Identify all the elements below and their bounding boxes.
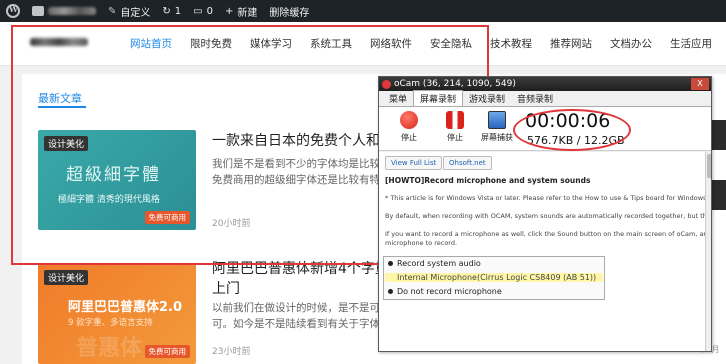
howto-paragraph: microphone to record. xyxy=(385,239,458,247)
article-title-cont[interactable]: 上门 xyxy=(212,278,240,298)
sidebar-thumbnail[interactable] xyxy=(710,180,726,210)
radio-internal-microphone[interactable]: Internal Microphone(Cirrus Logic CS8409 … xyxy=(385,273,603,282)
updates-button[interactable]: ↻ 1 xyxy=(156,0,187,22)
radio-dot-icon xyxy=(388,289,393,294)
clear-cache-button[interactable]: 删除缓存 xyxy=(263,0,315,22)
admin-bar: ✎自定义 ↻1 ▭0 +新建 删除缓存 xyxy=(0,0,726,22)
nav-item-tutorial[interactable]: 技术教程 xyxy=(490,36,532,51)
plus-icon: + xyxy=(224,5,234,17)
howto-heading: [HOWTO]Record microphone and system soun… xyxy=(385,176,591,185)
radio-no-microphone[interactable]: Do not record microphone xyxy=(388,287,502,296)
ocam-titlebar[interactable]: oCam (36, 214, 1090, 549) X xyxy=(379,77,711,91)
howto-paragraph: By default, when recording with OCAM, sy… xyxy=(385,212,705,220)
sidebar-thumbnail[interactable] xyxy=(710,120,726,150)
annotation-ellipse xyxy=(513,109,631,151)
ocam-app-icon xyxy=(382,79,391,89)
ocam-tabs: 菜单 屏幕录制 游戏录制 音频录制 xyxy=(379,90,711,107)
tab-game-record[interactable]: 游戏录制 xyxy=(463,91,511,106)
tab-menu[interactable]: 菜单 xyxy=(383,91,413,106)
view-full-list-button[interactable]: View Full List xyxy=(385,156,443,170)
ocam-title-text: oCam (36, 214, 1090, 549) xyxy=(394,79,516,89)
radio-dot-icon xyxy=(388,261,393,266)
pane-scrollbar[interactable] xyxy=(705,152,711,351)
howto-paragraph: * This article is for Windows Vista or l… xyxy=(385,194,705,202)
monitor-icon xyxy=(488,111,506,129)
howto-paragraph: If you want to record a microphone as we… xyxy=(385,230,705,238)
thumbnail-subtitle: 9 款字重、多语言支持 xyxy=(68,318,153,328)
brush-icon: ✎ xyxy=(108,5,117,17)
tab-audio-record[interactable]: 音频录制 xyxy=(511,91,559,106)
ocam-info-pane: View Full List Ohsoft.net [HOWTO]Record … xyxy=(379,152,711,351)
stop-button[interactable]: 停止 xyxy=(391,111,427,143)
radio-record-system-audio[interactable]: Record system audio xyxy=(388,259,481,268)
close-button[interactable]: X xyxy=(691,78,709,90)
new-content-button[interactable]: + 新建 xyxy=(219,0,263,22)
nav-item-recommended[interactable]: 推荐网站 xyxy=(550,36,592,51)
thumbnail-headline: 阿里巴巴普惠体2.0 xyxy=(68,300,183,315)
site-name-blurred xyxy=(48,7,96,15)
nav-item-office[interactable]: 文档办公 xyxy=(610,36,652,51)
category-tag[interactable]: 设计美化 xyxy=(44,270,89,285)
free-badge: 免费可商用 xyxy=(144,345,190,358)
comment-icon: ▭ xyxy=(193,5,203,17)
scrollbar-thumb[interactable] xyxy=(707,154,711,178)
ocam-toolbar: 停止 停止 屏幕捕获 00:00:06 576.7KB / 12.2GB xyxy=(379,107,711,151)
screen-capture-button[interactable]: 屏幕捕获 xyxy=(479,111,515,143)
pause-button[interactable]: 停止 xyxy=(437,111,473,143)
wordpress-logo-button[interactable] xyxy=(0,0,26,22)
stop-icon xyxy=(400,111,418,129)
article-time: 23小时前 xyxy=(212,347,251,357)
wordpress-icon xyxy=(6,4,20,18)
audio-options-box: Record system audio Internal Microphone(… xyxy=(383,256,605,300)
customize-button[interactable]: ✎ 自定义 xyxy=(102,0,156,22)
thumbnail-watermark: 普惠体 xyxy=(76,336,143,361)
refresh-icon: ↻ xyxy=(162,5,171,17)
ocam-window: oCam (36, 214, 1090, 549) X 菜单 屏幕录制 游戏录制… xyxy=(378,76,712,352)
nav-item-life[interactable]: 生活应用 xyxy=(670,36,712,51)
home-icon xyxy=(32,6,44,16)
pause-icon xyxy=(446,111,464,129)
tab-screen-record[interactable]: 屏幕录制 xyxy=(413,90,464,106)
article-thumbnail[interactable]: 设计美化 阿里巴巴普惠体2.0 9 款字重、多语言支持 普惠体 免费可商用 xyxy=(38,264,196,364)
comments-button[interactable]: ▭ 0 xyxy=(187,0,219,22)
ohsoft-link[interactable]: Ohsoft.net xyxy=(443,156,492,170)
site-name-button[interactable] xyxy=(26,0,102,22)
